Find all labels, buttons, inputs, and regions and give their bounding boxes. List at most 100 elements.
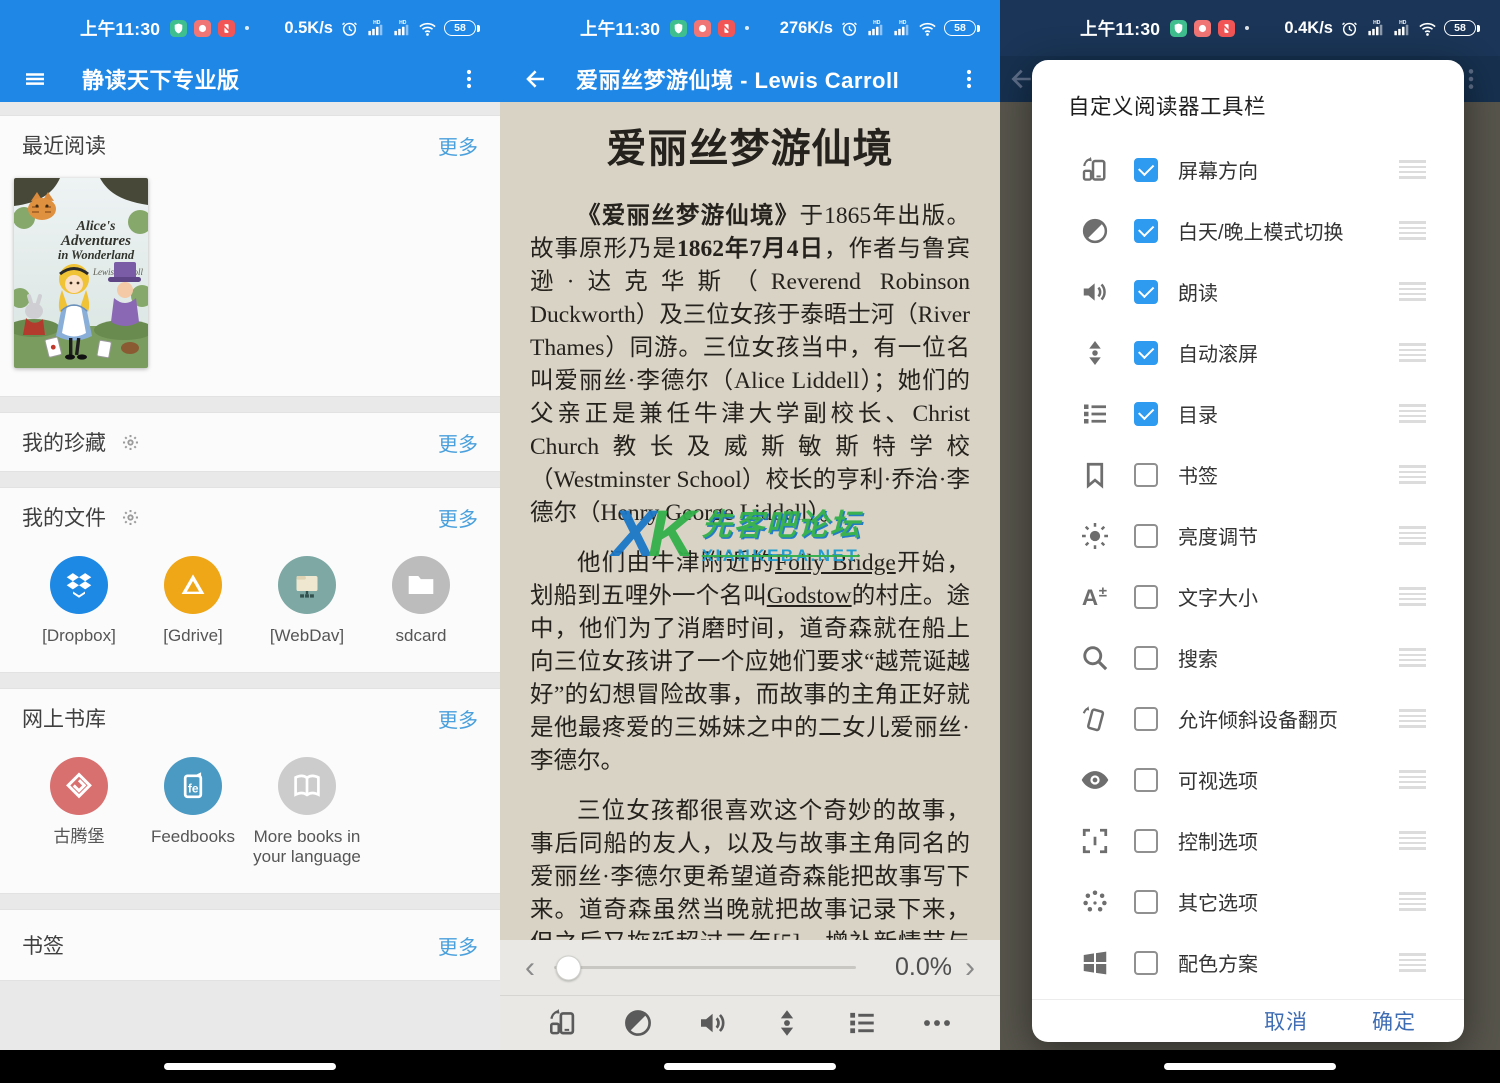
dialog-row-eye[interactable]: 可视选项 xyxy=(1032,749,1464,810)
svg-text:HD: HD xyxy=(899,20,907,26)
network-speed: 0.5K/s xyxy=(284,19,333,38)
checkbox[interactable] xyxy=(1134,280,1158,304)
dialog-row-daynight[interactable]: 白天/晚上模式切换 xyxy=(1032,200,1464,261)
svg-text:in Wonderland: in Wonderland xyxy=(58,248,135,262)
storage-tile-gutenberg[interactable]: 古腾堡 xyxy=(22,757,136,867)
hamburger-menu-icon[interactable] xyxy=(20,64,50,94)
checkbox[interactable] xyxy=(1134,829,1158,853)
drag-handle-icon[interactable] xyxy=(1399,343,1426,362)
dropbox-icon xyxy=(50,556,108,614)
recent-reading-section: 最近阅读 更多 xyxy=(0,115,500,397)
storage-tile-gdrive[interactable]: [Gdrive] xyxy=(136,556,250,646)
toolbar-more_h-icon[interactable] xyxy=(921,1007,953,1039)
toolbar-speaker-icon[interactable] xyxy=(697,1007,729,1039)
checkbox[interactable] xyxy=(1134,524,1158,548)
storage-tile-dropbox[interactable]: [Dropbox] xyxy=(22,556,136,646)
favorites-more-link[interactable]: 更多 xyxy=(438,428,478,457)
bookmarks-more-link[interactable]: 更多 xyxy=(438,931,478,960)
home-indicator[interactable] xyxy=(664,1063,836,1070)
checkbox[interactable] xyxy=(1134,463,1158,487)
drag-handle-icon[interactable] xyxy=(1399,526,1426,545)
online-library-section: 网上书库 更多 古腾堡feFeedbooksMore books in your… xyxy=(0,688,500,894)
slider-knob[interactable] xyxy=(556,955,581,980)
overflow-menu-icon[interactable] xyxy=(954,64,984,94)
book-cover-alice[interactable]: Alice's Adventures in Wonderland Lewis C… xyxy=(14,178,148,368)
drag-handle-icon[interactable] xyxy=(1399,953,1426,972)
storage-tile-feedbooks[interactable]: feFeedbooks xyxy=(136,757,250,867)
storage-tile-folder[interactable]: sdcard xyxy=(364,556,478,646)
drag-handle-icon[interactable] xyxy=(1399,709,1426,728)
recent-more-link[interactable]: 更多 xyxy=(438,131,478,160)
overflow-menu-icon[interactable] xyxy=(454,64,484,94)
favorites-settings-gear-icon[interactable] xyxy=(122,434,139,451)
toolbar-autoscroll-icon[interactable] xyxy=(771,1007,803,1039)
wifi-icon xyxy=(1418,19,1437,38)
dialog-row-tilt[interactable]: 允许倾斜设备翻页 xyxy=(1032,688,1464,749)
back-arrow-icon[interactable] xyxy=(520,64,550,94)
drag-handle-icon[interactable] xyxy=(1399,282,1426,301)
dialog-row-bookmark[interactable]: 书签 xyxy=(1032,444,1464,505)
dialog-row-cluster[interactable]: 其它选项 xyxy=(1032,871,1464,932)
book-page[interactable]: 爱丽丝梦游仙境 《爱丽丝梦游仙境》于1865年出版。故事原形乃是1862年7月4… xyxy=(500,102,1000,940)
dialog-row-toc[interactable]: 目录 xyxy=(1032,383,1464,444)
alarm-clock-icon xyxy=(840,19,859,38)
checkbox[interactable] xyxy=(1134,768,1158,792)
cancel-button[interactable]: 取消 xyxy=(1264,1006,1308,1036)
status-bar: 上午11:30276K/sHDHD58 xyxy=(500,0,1000,56)
files-more-link[interactable]: 更多 xyxy=(438,503,478,532)
checkbox[interactable] xyxy=(1134,341,1158,365)
battery-icon: 58 xyxy=(944,20,976,36)
drag-handle-icon[interactable] xyxy=(1399,648,1426,667)
toolbar-daynight-icon[interactable] xyxy=(622,1007,654,1039)
checkbox[interactable] xyxy=(1134,158,1158,182)
drag-handle-icon[interactable] xyxy=(1399,465,1426,484)
checkbox[interactable] xyxy=(1134,951,1158,975)
dialog-item-list: 屏幕方向白天/晚上模式切换朗读自动滚屏目录书签亮度调节A±文字大小搜索允许倾斜设… xyxy=(1032,135,1464,999)
toolbar-toc-icon[interactable] xyxy=(846,1007,878,1039)
checkbox[interactable] xyxy=(1134,890,1158,914)
tile-label: Feedbooks xyxy=(151,827,235,847)
files-settings-gear-icon[interactable] xyxy=(122,509,139,526)
dialog-row-textsize[interactable]: A±文字大小 xyxy=(1032,566,1464,627)
checkbox[interactable] xyxy=(1134,646,1158,670)
online-library-more-link[interactable]: 更多 xyxy=(438,704,478,733)
dialog-row-scheme[interactable]: 配色方案 xyxy=(1032,932,1464,993)
dialog-row-sun[interactable]: 亮度调节 xyxy=(1032,505,1464,566)
storage-tile-openbook[interactable]: More books in your language xyxy=(250,757,364,867)
home-indicator[interactable] xyxy=(164,1063,336,1070)
checkbox[interactable] xyxy=(1134,585,1158,609)
drag-handle-icon[interactable] xyxy=(1399,404,1426,423)
book-paragraph: 《爱丽丝梦游仙境》于1865年出版。故事原形乃是1862年7月4日，作者与鲁宾逊… xyxy=(530,200,970,530)
checkbox[interactable] xyxy=(1134,219,1158,243)
drag-handle-icon[interactable] xyxy=(1399,770,1426,789)
drag-handle-icon[interactable] xyxy=(1399,892,1426,911)
storage-tile-webdav[interactable]: [WebDav] xyxy=(250,556,364,646)
dialog-row-search[interactable]: 搜索 xyxy=(1032,627,1464,688)
composite-screenshot: 上午11:300.5K/sHDHD58 静读天下专业版 最近阅读 更多 xyxy=(0,0,1500,1083)
drag-handle-icon[interactable] xyxy=(1399,587,1426,606)
android-nav-bar xyxy=(0,1050,500,1083)
svg-text:HD: HD xyxy=(1399,20,1407,26)
notification-circle-icon xyxy=(1194,20,1211,37)
drag-handle-icon[interactable] xyxy=(1399,831,1426,850)
drag-handle-icon[interactable] xyxy=(1399,160,1426,179)
row-label: 自动滚屏 xyxy=(1178,338,1258,367)
home-indicator[interactable] xyxy=(1164,1063,1336,1070)
checkbox[interactable] xyxy=(1134,707,1158,731)
drag-handle-icon[interactable] xyxy=(1399,221,1426,240)
dialog-row-control[interactable]: 控制选项 xyxy=(1032,810,1464,871)
checkbox[interactable] xyxy=(1134,402,1158,426)
online-library-section-title: 网上书库 xyxy=(22,703,106,733)
tilt-icon xyxy=(1080,704,1110,734)
ok-button[interactable]: 确定 xyxy=(1372,1006,1416,1036)
toolbar-rotate-icon[interactable] xyxy=(547,1007,579,1039)
dialog-row-rotate[interactable]: 屏幕方向 xyxy=(1032,139,1464,200)
app-title: 静读天下专业版 xyxy=(82,63,240,95)
progress-slider[interactable] xyxy=(554,966,856,969)
dialog-row-autoscroll[interactable]: 自动滚屏 xyxy=(1032,322,1464,383)
files-section-title: 我的文件 xyxy=(22,502,106,532)
customize-toolbar-dialog: 自定义阅读器工具栏 屏幕方向白天/晚上模式切换朗读自动滚屏目录书签亮度调节A±文… xyxy=(1032,60,1464,1042)
prev-chapter-chevron[interactable]: ‹ xyxy=(516,953,544,983)
next-chapter-chevron[interactable]: › xyxy=(956,953,984,983)
dialog-row-speaker[interactable]: 朗读 xyxy=(1032,261,1464,322)
